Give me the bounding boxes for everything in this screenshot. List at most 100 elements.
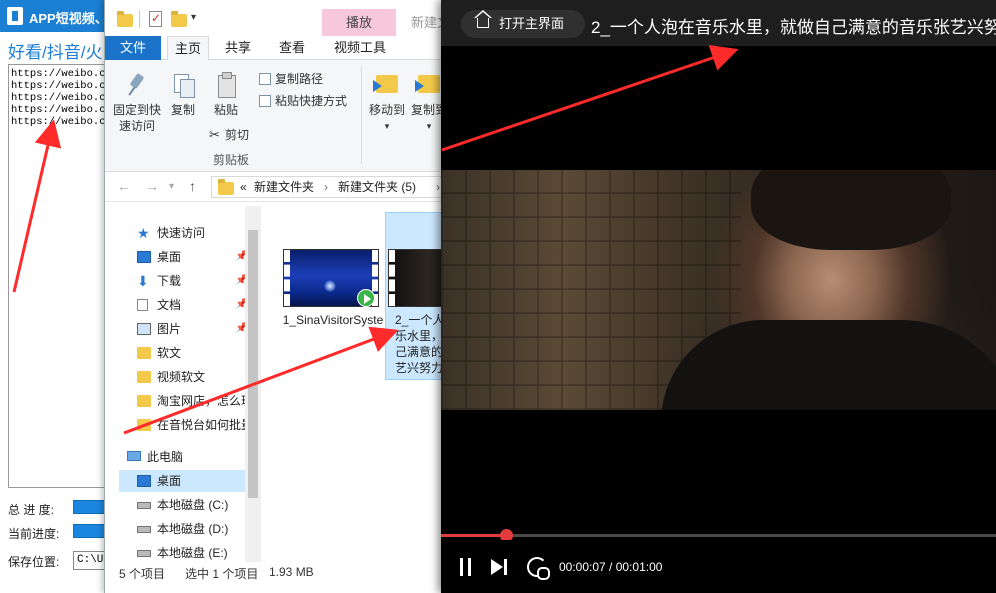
pin-icon[interactable]: 📌: [236, 294, 245, 316]
item-count: 5 个项目: [119, 567, 166, 581]
app-icon: [7, 7, 23, 25]
file-name-1[interactable]: 1_SinaVisitorSyste: [281, 312, 385, 328]
status-bar: 5 个项目 选中 1 个项目 1.93 MB: [105, 562, 445, 593]
cut-button[interactable]: ✂ 剪切: [209, 126, 249, 143]
save-location-label: 保存位置:: [8, 555, 60, 569]
open-main-interface-button[interactable]: 打开主界面: [461, 10, 585, 38]
paste-button[interactable]: 粘贴: [209, 72, 243, 118]
context-tab-play[interactable]: 播放: [322, 9, 396, 36]
recent-locations-icon[interactable]: ▾: [169, 181, 174, 192]
nav-label: 文档: [157, 298, 182, 312]
progress-fill: [441, 534, 506, 537]
nav-this-pc[interactable]: 此电脑: [109, 446, 235, 468]
folder-icon: [137, 347, 151, 359]
file-explorer-window: ▾ 播放 新建文 文件 主页 共享 查看 视频工具 固定到快 速访问 复制 粘贴: [104, 0, 484, 593]
nav-pc-desktop[interactable]: 桌面: [119, 470, 245, 492]
app-titlebar[interactable]: APP短视频、: [0, 0, 110, 32]
tab-home[interactable]: 主页: [167, 36, 209, 61]
pin-icon[interactable]: 📌: [236, 270, 245, 292]
tab-file[interactable]: 文件: [105, 36, 161, 60]
move-to-button[interactable]: 移动到 ▾: [367, 70, 407, 134]
url-input-area[interactable]: https://weibo.com https://weibo.com http…: [8, 64, 108, 488]
nav-disk-d[interactable]: 本地磁盘 (D:): [119, 518, 245, 540]
tab-video-tools[interactable]: 视频工具: [323, 36, 397, 60]
url-line: https://weibo.com: [11, 116, 108, 128]
properties-icon[interactable]: [149, 11, 162, 27]
nav-quick-access[interactable]: ★ 快速访问: [119, 222, 245, 244]
nav-label: 桌面: [157, 250, 182, 264]
copy-to-icon: [415, 70, 443, 98]
loop-mode-icon[interactable]: [527, 557, 550, 580]
tab-share[interactable]: 共享: [217, 36, 259, 60]
nav-label: 视频软文: [157, 370, 206, 384]
address-folder-icon: [218, 179, 234, 195]
nav-label: 此电脑: [147, 450, 184, 464]
paste-label: 粘贴: [213, 103, 238, 117]
nav-folder-soft[interactable]: 软文: [119, 342, 245, 364]
toolbar-divider: [139, 10, 140, 28]
folder-icon[interactable]: [117, 11, 133, 27]
video-frame[interactable]: [441, 170, 996, 410]
nav-documents[interactable]: 文档 📌: [119, 294, 245, 316]
star-icon: ★: [137, 225, 150, 241]
paste-shortcut-icon: [259, 95, 271, 107]
copy-path-label: 复制路径: [275, 72, 324, 86]
cut-label: 剪切: [225, 128, 250, 142]
up-arrow-icon[interactable]: ↑: [189, 178, 196, 194]
nav-folder-taobao[interactable]: 淘宝网店，怎么玩: [119, 390, 245, 412]
scrollbar-thumb[interactable]: [248, 230, 258, 498]
pause-icon[interactable]: [459, 558, 473, 576]
nav-label: 在音悦台如何批量: [157, 418, 245, 432]
pin-to-quick-access-button[interactable]: 固定到快 速访问: [111, 72, 163, 134]
file-name-line: 乐水里，: [395, 329, 444, 343]
nav-downloads[interactable]: ⬇ 下载 📌: [119, 270, 245, 292]
tab-view[interactable]: 查看: [271, 36, 313, 60]
move-to-dropdown-icon[interactable]: ▾: [367, 118, 407, 134]
copy-path-button[interactable]: 复制路径: [259, 70, 323, 87]
paste-shortcut-button[interactable]: 粘贴快捷方式: [259, 92, 347, 109]
download-icon: ⬇: [137, 273, 149, 289]
pin-icon[interactable]: 📌: [236, 318, 245, 340]
computer-icon: [127, 451, 141, 461]
nav-label: 淘宝网店，怎么玩: [157, 394, 245, 408]
customize-qat-icon[interactable]: ▾: [191, 12, 196, 23]
navigation-scrollbar[interactable]: [245, 206, 261, 562]
video-player-window: 打开主界面 2_一个人泡在音乐水里，就做自己满意的音乐张艺兴努力奋 00:00:…: [441, 0, 996, 593]
nav-label: 本地磁盘 (E:): [157, 546, 228, 560]
home-icon: [474, 10, 492, 28]
nav-desktop[interactable]: 桌面 📌: [119, 246, 245, 268]
back-arrow-icon[interactable]: ←: [117, 178, 131, 194]
nav-folder-video[interactable]: 视频软文: [119, 366, 245, 388]
folder-icon: [137, 371, 151, 383]
breadcrumb-separator[interactable]: ›: [324, 177, 328, 197]
copy-button[interactable]: 复制: [167, 72, 199, 118]
video-frame-detail: [661, 320, 996, 410]
address-box[interactable]: « 新建文件夹 › 新建文件夹 (5) ›: [211, 176, 445, 198]
scissors-icon: ✂: [209, 127, 220, 142]
breadcrumb-item[interactable]: 新建文件夹 (5): [338, 177, 416, 197]
pin-icon[interactable]: 📌: [236, 246, 245, 268]
nav-label: 桌面: [157, 474, 182, 488]
breadcrumb-overflow[interactable]: «: [240, 177, 247, 197]
copy-path-icon: [259, 73, 271, 85]
file-name-line: 2_一个人: [395, 313, 445, 327]
nav-pictures[interactable]: 图片 📌: [119, 318, 245, 340]
total-progress-label: 总 进 度:: [8, 503, 55, 517]
breadcrumb-item[interactable]: 新建文件夹: [254, 177, 314, 197]
file-name-2[interactable]: 2_一个人 乐水里， 己满意的 艺兴努力: [395, 312, 447, 376]
nav-disk-c[interactable]: 本地磁盘 (C:): [119, 494, 245, 516]
supported-platforms-text: 好看/抖音/火: [8, 43, 103, 62]
next-track-icon[interactable]: [491, 558, 509, 576]
player-topbar: 打开主界面 2_一个人泡在音乐水里，就做自己满意的音乐张艺兴努力奋: [441, 0, 996, 46]
nav-disk-e[interactable]: 本地磁盘 (E:): [119, 542, 245, 564]
nav-label: 本地磁盘 (C:): [157, 498, 229, 512]
breadcrumb-separator[interactable]: ›: [436, 177, 440, 197]
pin-label-line1: 固定到快: [112, 103, 161, 117]
progress-track[interactable]: [441, 534, 996, 537]
url-line: https://weibo.com: [11, 80, 108, 92]
forward-arrow-icon[interactable]: →: [145, 178, 159, 194]
video-frame-detail: [751, 170, 951, 250]
pin-icon: [126, 72, 148, 98]
new-folder-icon[interactable]: [171, 11, 187, 27]
nav-folder-yinyue[interactable]: 在音悦台如何批量: [119, 414, 245, 436]
